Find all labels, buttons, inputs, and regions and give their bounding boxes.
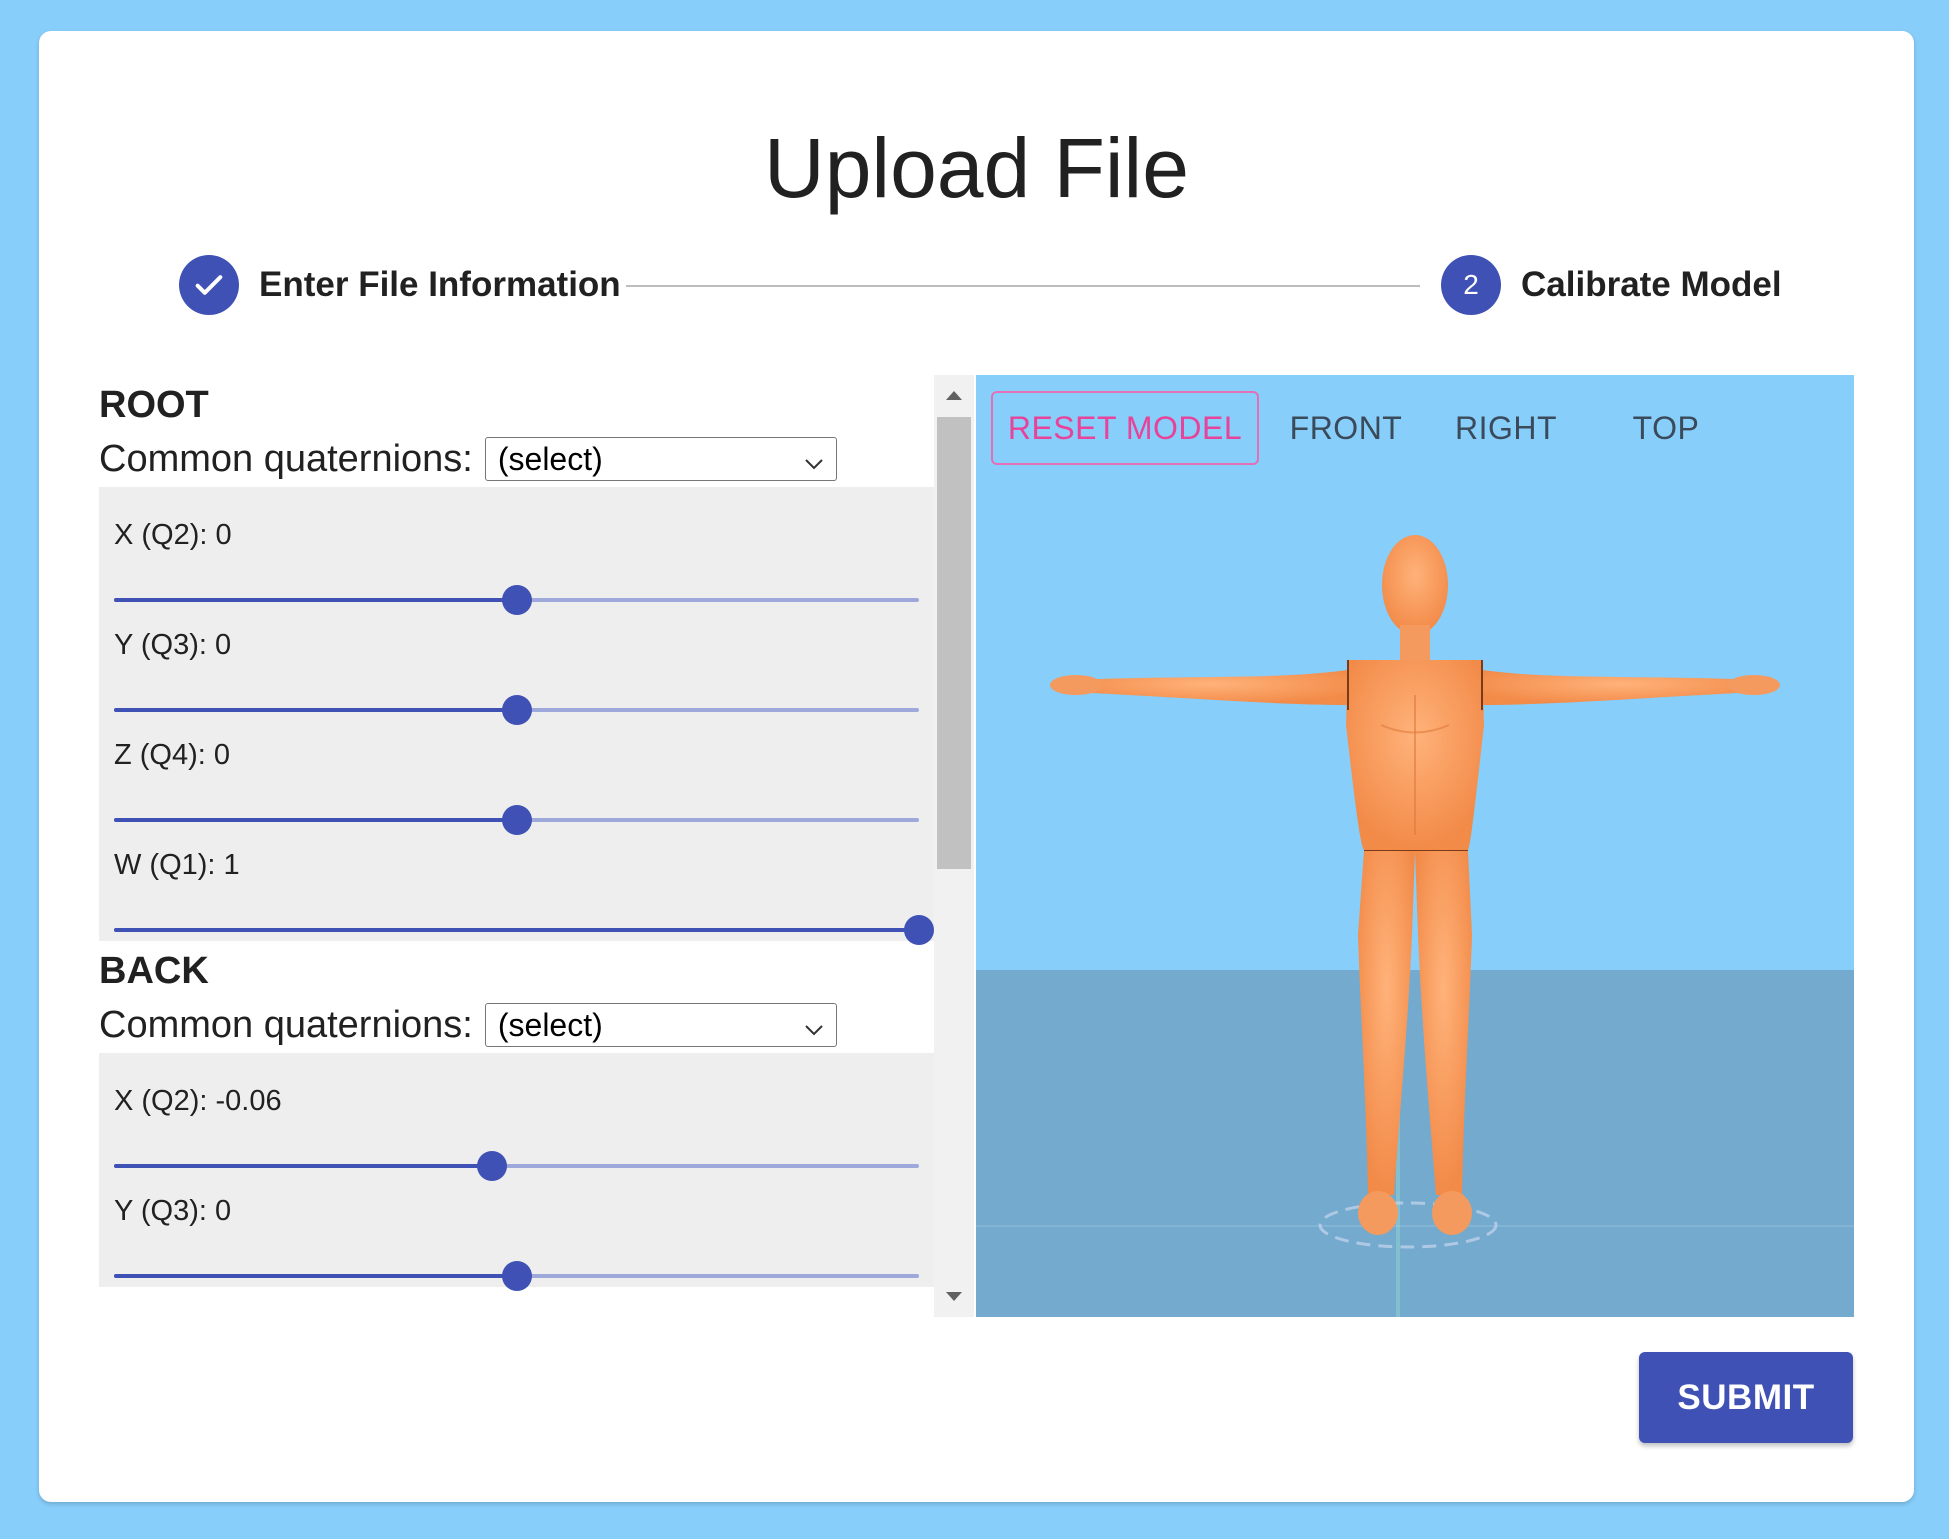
- slider-track[interactable]: [114, 1151, 919, 1181]
- common-quaternions-select[interactable]: (select): [484, 1003, 837, 1047]
- check-icon: [179, 255, 239, 315]
- reset-model-button[interactable]: RESET MODEL: [991, 391, 1259, 465]
- select-value: (select): [497, 440, 603, 477]
- quaternion-slider-group: Z (Q4): 0: [99, 721, 934, 835]
- slider-track[interactable]: [114, 915, 934, 945]
- slider-fill: [114, 928, 919, 932]
- submit-button[interactable]: SUBMIT: [1639, 1352, 1853, 1443]
- slider-fill: [114, 1164, 493, 1168]
- slider-group-box: X (Q2): -0.06 Y (Q3): 0: [99, 1053, 934, 1291]
- human-model[interactable]: [976, 375, 1854, 1317]
- slider-label: X (Q2): 0: [114, 519, 232, 551]
- chevron-down-icon: [804, 1007, 824, 1044]
- slider-label: Y (Q3): 0: [114, 1195, 232, 1227]
- slider-label: X (Q2): -0.06: [114, 1085, 282, 1117]
- top-view-button[interactable]: TOP: [1606, 391, 1726, 465]
- common-quaternions-row: Common quaternions: (select): [99, 997, 934, 1053]
- slider-thumb[interactable]: [501, 1261, 532, 1291]
- slider-label: Z (Q4): 0: [114, 739, 231, 771]
- common-quaternions-select[interactable]: (select): [484, 437, 837, 481]
- section-title: ROOT: [99, 384, 209, 426]
- step-label: Calibrate Model: [1521, 265, 1782, 304]
- slider-label: W (Q1): 1: [114, 849, 240, 881]
- slider-track[interactable]: [114, 585, 919, 615]
- quaternion-slider-group: Y (Q3): 0: [99, 1177, 934, 1291]
- step-calibrate-model[interactable]: 2 Calibrate Model: [1441, 255, 1782, 315]
- common-quaternions-label: Common quaternions:: [99, 1003, 473, 1046]
- right-view-button[interactable]: RIGHT: [1446, 391, 1566, 465]
- quaternion-slider-group: W (Q1): 1: [99, 831, 934, 945]
- slider-fill: [114, 708, 517, 712]
- page-title: Upload File: [764, 121, 1189, 215]
- slider-fill: [114, 598, 517, 602]
- step-enter-file-information[interactable]: Enter File Information: [179, 255, 621, 315]
- quaternion-slider-group: Y (Q3): 0: [99, 611, 934, 725]
- calibration-panel[interactable]: ROOT Common quaternions: (select) X (Q2): 0…: [99, 375, 934, 1317]
- step-connector: [626, 285, 1420, 287]
- section-title: BACK: [99, 950, 209, 992]
- slider-group-box: X (Q2): 0 Y (Q3): 0 Z (Q4): 0 W (Q1): 1: [99, 487, 934, 945]
- step-label: Enter File Information: [259, 265, 621, 304]
- step-number: 2: [1441, 255, 1501, 315]
- quaternion-slider-group: X (Q2): -0.06: [99, 1067, 934, 1181]
- slider-fill: [114, 818, 517, 822]
- scrollbar[interactable]: [934, 375, 974, 1317]
- scroll-up-arrow-icon[interactable]: [934, 375, 974, 415]
- common-quaternions-label: Common quaternions:: [99, 437, 473, 480]
- quaternion-slider-group: X (Q2): 0: [99, 501, 934, 615]
- slider-thumb[interactable]: [904, 915, 934, 945]
- slider-label: Y (Q3): 0: [114, 629, 232, 661]
- scroll-down-arrow-icon[interactable]: [934, 1277, 974, 1317]
- slider-fill: [114, 1274, 517, 1278]
- select-value: (select): [497, 1006, 603, 1043]
- slider-track[interactable]: [114, 695, 919, 725]
- slider-track[interactable]: [114, 805, 919, 835]
- model-viewer[interactable]: RESET MODEL FRONT RIGHT TOP: [976, 375, 1854, 1317]
- slider-track[interactable]: [114, 1261, 919, 1291]
- common-quaternions-row: Common quaternions: (select): [99, 431, 934, 487]
- chevron-down-icon: [804, 441, 824, 478]
- front-view-button[interactable]: FRONT: [1286, 391, 1406, 465]
- scrollbar-thumb[interactable]: [937, 417, 971, 869]
